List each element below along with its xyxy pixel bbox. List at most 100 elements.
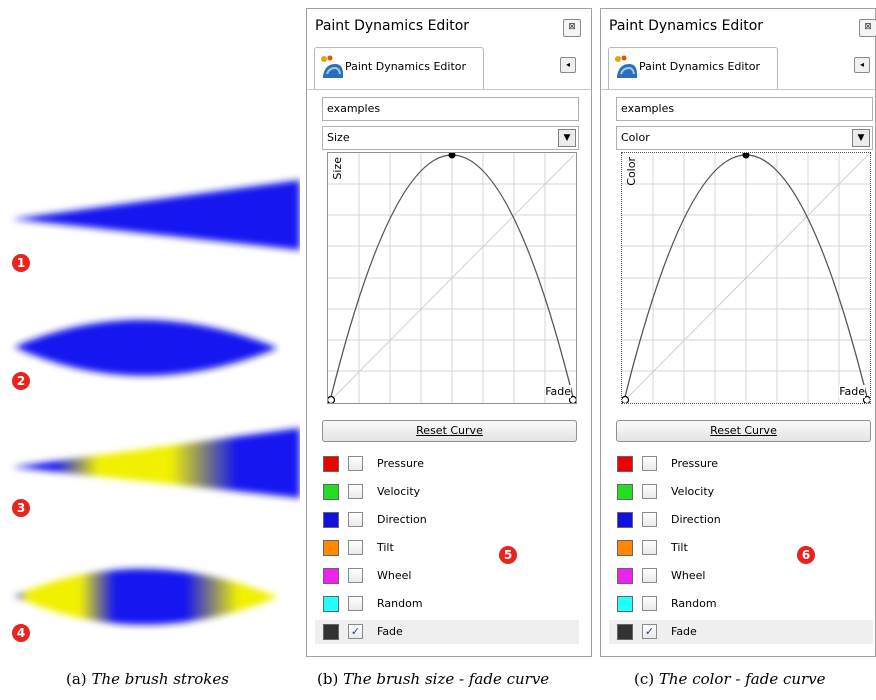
caption-a: (a) The brush strokes [66, 670, 229, 688]
stroke-1 [12, 180, 300, 250]
dynamics-label: Tilt [671, 541, 688, 554]
brush-strokes-svg [12, 180, 300, 625]
dynamics-row-direction[interactable]: Direction [315, 508, 579, 532]
checkbox-fade[interactable]: ✓ [348, 624, 363, 639]
dynamics-label: Tilt [377, 541, 394, 554]
color-swatch [323, 456, 339, 472]
dynamics-row-wheel[interactable]: Wheel [609, 564, 873, 588]
checkbox-wheel[interactable] [642, 568, 657, 583]
tab-menu-icon[interactable]: ◂ [560, 57, 576, 73]
dynamics-name-field[interactable]: examples [616, 97, 873, 121]
checkbox-wheel[interactable] [348, 568, 363, 583]
dynamics-name-field[interactable]: examples [322, 97, 579, 121]
checkbox-pressure[interactable] [348, 456, 363, 471]
stroke-4 [14, 568, 278, 625]
paint-dynamics-icon [321, 55, 343, 78]
tab-paint-dynamics-editor[interactable]: Paint Dynamics Editor [314, 47, 484, 89]
brush-strokes-canvas: 1 2 3 4 [0, 0, 300, 650]
output-select-value: Color [621, 131, 650, 144]
dynamics-row-direction[interactable]: Direction [609, 508, 873, 532]
tab-paint-dynamics-editor[interactable]: Paint Dynamics Editor [608, 47, 778, 89]
close-icon[interactable]: ⊠ [859, 19, 876, 37]
color-swatch [617, 596, 633, 612]
caption-c-text: The color - fade curve [658, 670, 826, 688]
tab-label: Paint Dynamics Editor [345, 60, 467, 73]
chevron-down-icon[interactable]: ▼ [852, 129, 870, 147]
checkbox-fade[interactable]: ✓ [642, 624, 657, 639]
dynamics-label: Random [671, 597, 717, 610]
badge-1: 1 [12, 254, 30, 272]
color-swatch [323, 484, 339, 500]
caption-b-prefix: (b) [317, 670, 339, 688]
dynamics-label: Random [377, 597, 423, 610]
dynamics-label: Wheel [377, 569, 412, 582]
paint-dynamics-panel-size: Paint Dynamics Editor ⊠ Paint Dynamics E… [306, 8, 592, 657]
dynamics-label: Velocity [671, 485, 715, 498]
color-swatch [617, 568, 633, 584]
reset-curve-button[interactable]: Reset Curve [322, 420, 577, 442]
curve-control-point-start[interactable] [328, 395, 336, 404]
color-swatch [323, 568, 339, 584]
caption-b: (b) The brush size - fade curve [317, 670, 549, 688]
dynamics-row-fade[interactable]: ✓ Fade [609, 620, 873, 644]
dynamics-label: Velocity [377, 485, 421, 498]
dynamics-row-tilt[interactable]: Tilt [315, 536, 579, 560]
color-swatch [617, 456, 633, 472]
caption-c: (c) The color - fade curve [634, 670, 826, 688]
checkbox-random[interactable] [348, 596, 363, 611]
reset-curve-label: Reset Curve [710, 424, 777, 437]
curve-x-axis-label: Fade [545, 385, 571, 398]
curve-control-point-top[interactable] [448, 153, 456, 159]
checkbox-velocity[interactable] [348, 484, 363, 499]
output-select[interactable]: Color ▼ [616, 126, 873, 150]
dynamics-row-tilt[interactable]: Tilt [609, 536, 873, 560]
curve-editor[interactable]: Size Fade [327, 152, 577, 404]
close-icon[interactable]: ⊠ [563, 19, 581, 37]
reset-curve-button[interactable]: Reset Curve [616, 420, 871, 442]
paint-dynamics-icon [615, 55, 637, 78]
caption-a-prefix: (a) [66, 670, 87, 688]
badge-5: 5 [499, 546, 517, 564]
curve-control-point-top[interactable] [742, 153, 750, 159]
dynamics-label: Pressure [671, 457, 718, 470]
color-swatch [617, 512, 633, 528]
dynamics-label: Fade [671, 625, 697, 638]
checkbox-pressure[interactable] [642, 456, 657, 471]
dynamics-row-velocity[interactable]: Velocity [609, 480, 873, 504]
dynamics-row-fade[interactable]: ✓ Fade [315, 620, 579, 644]
color-swatch [323, 596, 339, 612]
checkbox-direction[interactable] [642, 512, 657, 527]
badge-4: 4 [12, 624, 30, 642]
color-swatch [617, 624, 633, 640]
color-swatch [617, 540, 633, 556]
output-select-value: Size [327, 131, 350, 144]
badge-3: 3 [12, 499, 30, 517]
checkbox-tilt[interactable] [642, 540, 657, 555]
dynamics-label: Wheel [671, 569, 706, 582]
reset-curve-label: Reset Curve [416, 424, 483, 437]
checkbox-velocity[interactable] [642, 484, 657, 499]
tab-menu-icon[interactable]: ◂ [854, 57, 870, 73]
dynamics-row-wheel[interactable]: Wheel [315, 564, 579, 588]
curve-editor[interactable]: Color Fade [621, 152, 871, 404]
dynamics-row-random[interactable]: Random [609, 592, 873, 616]
dynamics-row-velocity[interactable]: Velocity [315, 480, 579, 504]
checkbox-tilt[interactable] [348, 540, 363, 555]
dynamics-label: Fade [377, 625, 403, 638]
checkbox-direction[interactable] [348, 512, 363, 527]
panel-title: Paint Dynamics Editor [609, 18, 764, 34]
dynamics-label: Direction [377, 513, 427, 526]
color-swatch [323, 512, 339, 528]
curve-y-axis-label: Size [331, 157, 344, 180]
dynamics-row-random[interactable]: Random [315, 592, 579, 616]
output-select[interactable]: Size ▼ [322, 126, 579, 150]
chevron-down-icon[interactable]: ▼ [558, 129, 576, 147]
checkbox-random[interactable] [642, 596, 657, 611]
caption-b-text: The brush size - fade curve [343, 670, 550, 688]
curve-control-point-start[interactable] [622, 395, 630, 404]
curve-y-axis-label: Color [625, 157, 638, 186]
dynamics-row-pressure[interactable]: Pressure [315, 452, 579, 476]
curve-x-axis-label: Fade [839, 385, 865, 398]
dynamics-row-pressure[interactable]: Pressure [609, 452, 873, 476]
tab-strip-divider [307, 89, 591, 90]
